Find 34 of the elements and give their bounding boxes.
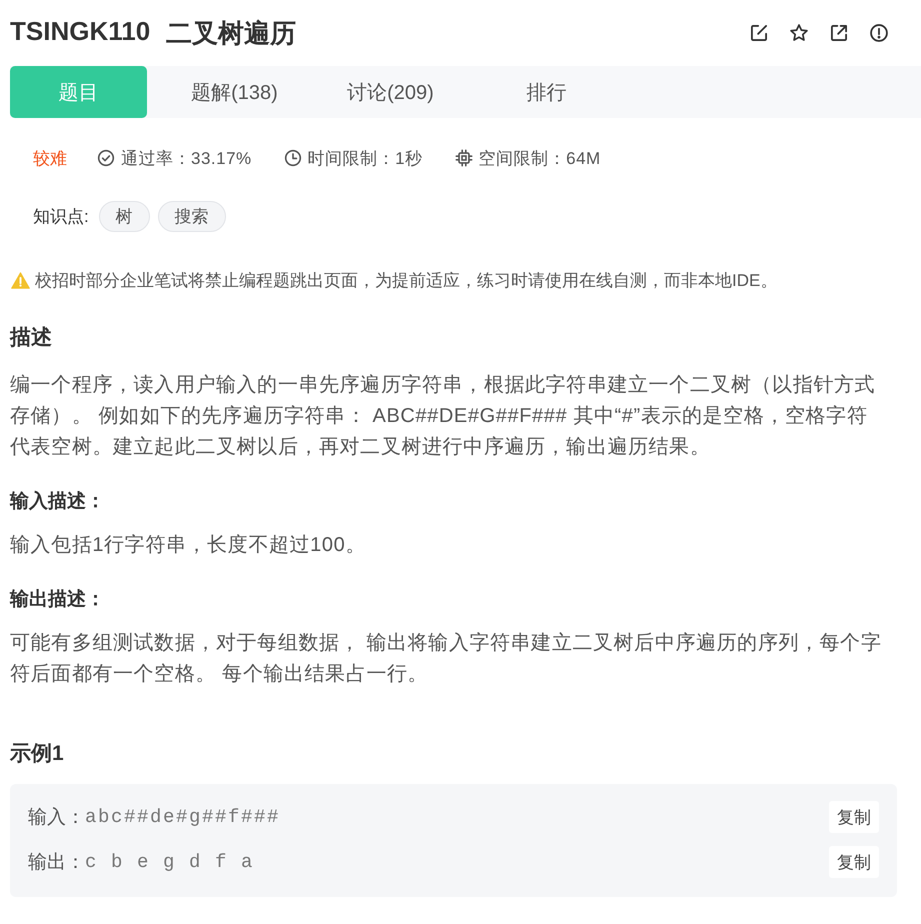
stat-text: 空间限制：64M [478, 148, 601, 170]
copy-button[interactable]: 复制 [829, 846, 879, 878]
knowledge-label: 知识点: [33, 206, 89, 228]
example-label: 输入： [28, 806, 85, 830]
tab[interactable]: 排行 [478, 66, 615, 118]
chip-icon [454, 149, 473, 167]
description-text: 编一个程序，读入用户输入的一串先序遍历字符串，根据此字符串建立一个二叉树（以指针方式存储）。 例如如下的先序遍历字符串： ABC##DE#G##F### 其中“#”表示的是空格，空格字符代表空树。建立起此二叉树以后，再对二叉树进行中序遍历，输出遍历结果。 [10, 373, 876, 460]
tab[interactable]: 题解(138) [166, 66, 303, 118]
topic-tag[interactable]: 树 [98, 200, 150, 232]
alert-icon[interactable] [869, 23, 889, 43]
stat-text: 时间限制：1秒 [308, 148, 423, 170]
section-heading: 描述 [10, 325, 53, 351]
edit-icon[interactable] [749, 23, 769, 43]
problem-code: TSINGK110 [10, 16, 150, 48]
warning-icon [11, 272, 30, 288]
input-description-text: 输入包括1行字符串，长度不超过100。 [10, 533, 367, 558]
section-heading: 输出描述： [10, 588, 106, 612]
copy-button[interactable]: 复制 [829, 801, 879, 833]
output-description-text: 可能有多组测试数据，对于每组数据， 输出将输入字符串建立二叉树后中序遍历的序列，每个字符后面都有一个空格。 每个输出结果占一行。 [10, 631, 882, 687]
problem-title: 二叉树遍历 [166, 16, 296, 50]
example-heading: 示例1 [10, 741, 65, 767]
star-icon[interactable] [789, 23, 809, 43]
stat-text: 通过率：33.17% [121, 148, 252, 170]
difficulty-label: 较难 [33, 148, 67, 170]
notice-text: 校招时部分企业笔试将禁止编程题跳出页面，为提前适应，练习时请使用在线自测，而非本地IDE。 [35, 270, 778, 292]
example-code: abc##de#g##f### [85, 806, 282, 828]
tab[interactable]: 讨论(209) [322, 66, 459, 118]
example-label: 输出： [28, 851, 85, 875]
check-circle-icon [97, 149, 115, 167]
topic-tag[interactable]: 搜索 [158, 200, 226, 232]
example-code: c b e g d f a [85, 851, 256, 873]
external-link-icon[interactable] [829, 23, 849, 43]
clock-icon [284, 149, 302, 167]
section-heading: 输入描述： [10, 490, 106, 514]
